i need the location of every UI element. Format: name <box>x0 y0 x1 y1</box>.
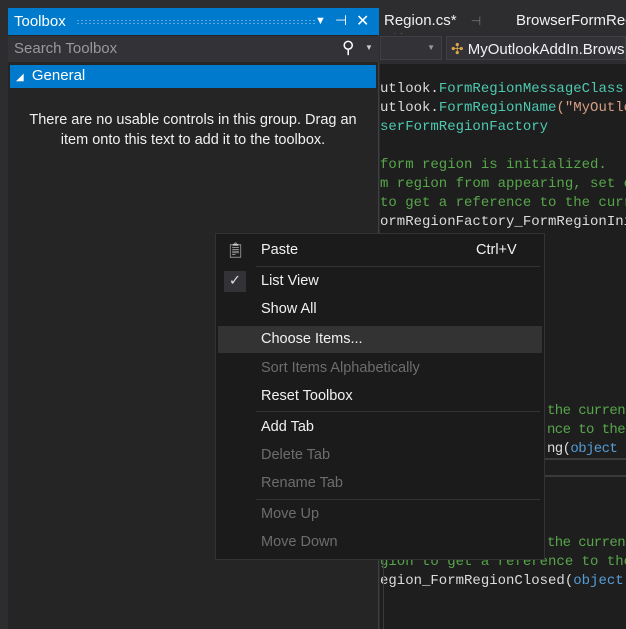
menu-label: Rename Tab <box>261 475 343 491</box>
close-icon[interactable]: ✕ <box>356 11 369 31</box>
menu-item-show-all[interactable]: Show All <box>218 296 542 323</box>
paste-icon: 📋︎ <box>226 242 246 259</box>
search-placeholder: Search Toolbox <box>14 40 118 57</box>
type-dropdown[interactable]: ▼ <box>380 36 442 60</box>
code-line: utlook.FormRegionMessageClass(M <box>380 81 626 97</box>
menu-label: Sort Items Alphabetically <box>261 360 420 376</box>
toolbox-group-general[interactable]: ◢ General <box>10 65 376 88</box>
menu-item-reset-toolbox[interactable]: Reset Toolbox <box>218 383 542 410</box>
toolbox-title: Toolbox <box>14 13 66 30</box>
menu-separator <box>256 266 540 267</box>
chevron-down-icon: ▼ <box>427 43 435 52</box>
menu-label: Choose Items... <box>261 331 363 347</box>
code-line: egion_FormRegionClosed(object s <box>380 573 624 589</box>
code-line: ormRegionFactory_FormRegionInit <box>380 214 626 230</box>
menu-item-choose-items[interactable]: Choose Items... <box>218 326 542 353</box>
menu-label: Paste <box>261 242 299 258</box>
context-menu: 📋︎ Paste Ctrl+V ✓ List View Show All Cho… <box>215 233 545 560</box>
code-line: the curren <box>547 403 626 419</box>
search-input[interactable]: Search Toolbox <box>8 36 379 62</box>
tab-browserformregion[interactable]: BrowserFormReg <box>512 8 626 34</box>
member-dropdown[interactable]: ✣ MyOutlookAddIn.Brows <box>446 36 626 60</box>
tab-label: BrowserFormReg <box>516 12 626 29</box>
menu-label: Show All <box>261 301 317 317</box>
code-line: serFormRegionFactory <box>380 119 549 135</box>
pin-icon[interactable]: ⊣ <box>471 14 481 28</box>
navigation-bar: ▼ ✣ MyOutlookAddIn.Brows <box>380 34 626 64</box>
menu-label: Reset Toolbox <box>261 388 353 404</box>
menu-item-rename-tab[interactable]: Rename Tab <box>218 470 542 497</box>
search-icon[interactable]: ⚲ <box>342 38 354 58</box>
tab-label: Region.cs* <box>384 12 457 29</box>
class-icon: ✣ <box>451 41 464 58</box>
menu-item-move-up[interactable]: Move Up <box>218 501 542 528</box>
pin-icon[interactable]: ⊣ <box>335 12 347 29</box>
code-line: ng(object <box>547 441 618 457</box>
menu-item-sort-alphabetically[interactable]: Sort Items Alphabetically <box>218 355 542 382</box>
menu-separator <box>256 411 540 412</box>
tab-region-cs[interactable]: Region.cs* ⊣ ✕ <box>380 8 508 47</box>
menu-label: Move Down <box>261 534 338 550</box>
code-line: m region from appearing, set e. <box>380 176 626 192</box>
menu-item-move-down[interactable]: Move Down <box>218 529 542 556</box>
code-line: form region is initialized. <box>380 157 607 173</box>
group-label: General <box>31 67 86 84</box>
code-line: utlook.FormRegionName("MyOutloo <box>380 100 626 116</box>
menu-label: Delete Tab <box>261 447 331 463</box>
menu-item-paste[interactable]: 📋︎ Paste Ctrl+V <box>218 237 542 264</box>
menu-label: Move Up <box>261 506 320 522</box>
code-line: to get a reference to the curre <box>380 195 626 211</box>
checkmark-icon: ✓ <box>224 271 246 292</box>
expand-triangle-icon: ◢ <box>16 72 24 83</box>
menu-label: Add Tab <box>261 419 314 435</box>
menu-item-delete-tab[interactable]: Delete Tab <box>218 442 542 469</box>
search-options-icon[interactable]: ▼ <box>365 43 373 52</box>
menu-item-list-view[interactable]: ✓ List View <box>218 268 542 295</box>
menu-separator <box>256 499 540 500</box>
document-tabs: Region.cs* ⊣ ✕ BrowserFormReg <box>380 0 626 47</box>
title-grip <box>76 19 316 25</box>
code-line: the curren <box>547 535 626 551</box>
empty-group-message[interactable]: There are no usable controls in this gro… <box>18 110 368 150</box>
menu-shortcut: Ctrl+V <box>476 242 517 258</box>
member-label: MyOutlookAddIn.Brows <box>467 41 625 58</box>
left-dock-strip <box>0 0 8 629</box>
code-line: nce to the <box>547 422 626 438</box>
menu-item-add-tab[interactable]: Add Tab <box>218 414 542 441</box>
dropdown-icon[interactable]: ▼ <box>315 15 326 27</box>
menu-label: List View <box>261 273 319 289</box>
